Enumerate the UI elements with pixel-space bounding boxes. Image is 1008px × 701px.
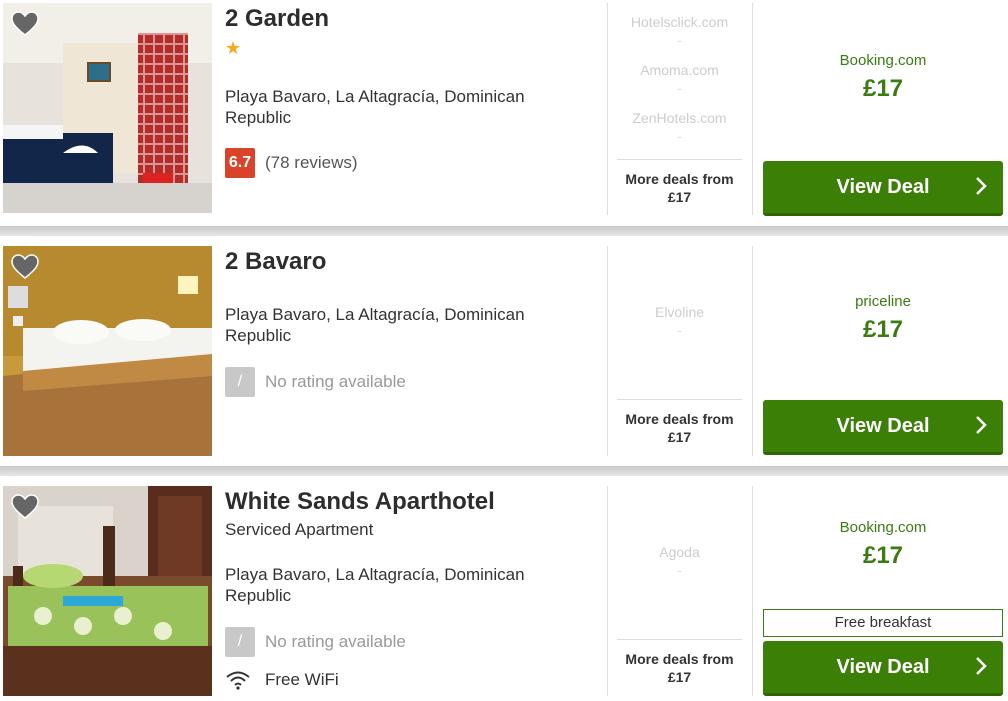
heart-icon[interactable] [11,11,39,37]
divider [607,3,608,215]
deal-price: - [677,32,682,48]
best-deal: priceline £17 [763,293,1003,344]
more-deals-link[interactable]: More deals from £17 [617,399,742,446]
hotel-card: 2 Bavaro Playa Bavaro, La Altagracía, Do… [0,236,1008,466]
best-deal-price[interactable]: £17 [763,316,1003,344]
hotel-photo[interactable] [3,486,212,696]
view-deal-button[interactable]: View Deal [763,641,1003,696]
divider [752,246,753,456]
heart-icon[interactable] [11,494,39,520]
chevron-right-icon [976,177,987,195]
hotel-name[interactable]: 2 Garden [225,5,329,33]
more-deals-link[interactable]: More deals from £17 [617,639,742,686]
best-deal-price[interactable]: £17 [763,75,1003,103]
best-deal: Booking.com £17 [763,519,1003,570]
hotel-location: Playa Bavaro, La Altagracía, Dominican R… [225,87,525,127]
rating-status: No rating available [265,372,406,391]
deal-provider[interactable]: Agoda [617,543,742,561]
hotel-card: 2 Garden ★ Playa Bavaro, La Altagracía, … [0,0,1008,226]
deal-provider[interactable]: ZenHotels.com [617,109,742,127]
hotel-photo[interactable] [3,3,212,213]
hotel-location: Playa Bavaro, La Altagracía, Dominican R… [225,305,525,345]
other-deals-list: Elvoline - [617,303,742,351]
best-deal-price[interactable]: £17 [763,542,1003,570]
amenity-label: Free WiFi [265,670,339,689]
more-deals-link[interactable]: More deals from £17 [617,159,742,206]
other-deals-list: Agoda - [617,543,742,591]
deal-provider[interactable]: Amoma.com [617,61,742,79]
rating-badge: 6.7 [225,148,255,178]
view-deal-label: View Deal [836,655,930,678]
card-separator [0,466,1008,476]
amenity-wifi: Free WiFi [225,670,339,690]
best-deal: Booking.com £17 [763,52,1003,103]
free-breakfast-badge: Free breakfast [763,609,1003,637]
card-separator [0,226,1008,236]
chevron-right-icon [976,657,987,675]
rating-row[interactable]: 6.7 (78 reviews) [225,148,358,178]
hotel-card: White Sands Aparthotel Serviced Apartmen… [0,476,1008,701]
divider [607,246,608,456]
star-rating: ★ [225,38,242,58]
chevron-right-icon [976,416,987,434]
deal-provider[interactable]: Elvoline [617,303,742,321]
hotel-name[interactable]: White Sands Aparthotel [225,488,495,516]
review-count: (78 reviews) [265,153,358,172]
wifi-icon [226,671,250,690]
deal-provider[interactable]: Hotelsclick.com [617,13,742,31]
rating-row[interactable]: / No rating available [225,367,406,397]
heart-icon[interactable] [11,254,39,280]
rating-badge: / [225,627,255,657]
hotel-photo[interactable] [3,246,212,456]
rating-row[interactable]: / No rating available [225,627,406,657]
view-deal-button[interactable]: View Deal [763,161,1003,216]
view-deal-button[interactable]: View Deal [763,400,1003,455]
property-type: Serviced Apartment [225,520,374,539]
deal-price: - [677,562,682,578]
view-deal-label: View Deal [836,414,930,437]
rating-badge: / [225,367,255,397]
rating-status: No rating available [265,632,406,651]
best-deal-provider[interactable]: priceline [763,293,1003,310]
other-deals-list: Hotelsclick.com - Amoma.com - ZenHotels.… [617,13,742,157]
divider [752,486,753,696]
divider [607,486,608,696]
best-deal-provider[interactable]: Booking.com [763,519,1003,536]
hotel-name[interactable]: 2 Bavaro [225,248,326,276]
deal-price: - [677,128,682,144]
deal-price: - [677,80,682,96]
hotel-location: Playa Bavaro, La Altagracía, Dominican R… [225,565,525,605]
deal-price: - [677,322,682,338]
best-deal-provider[interactable]: Booking.com [763,52,1003,69]
divider [752,3,753,215]
view-deal-label: View Deal [836,175,930,198]
